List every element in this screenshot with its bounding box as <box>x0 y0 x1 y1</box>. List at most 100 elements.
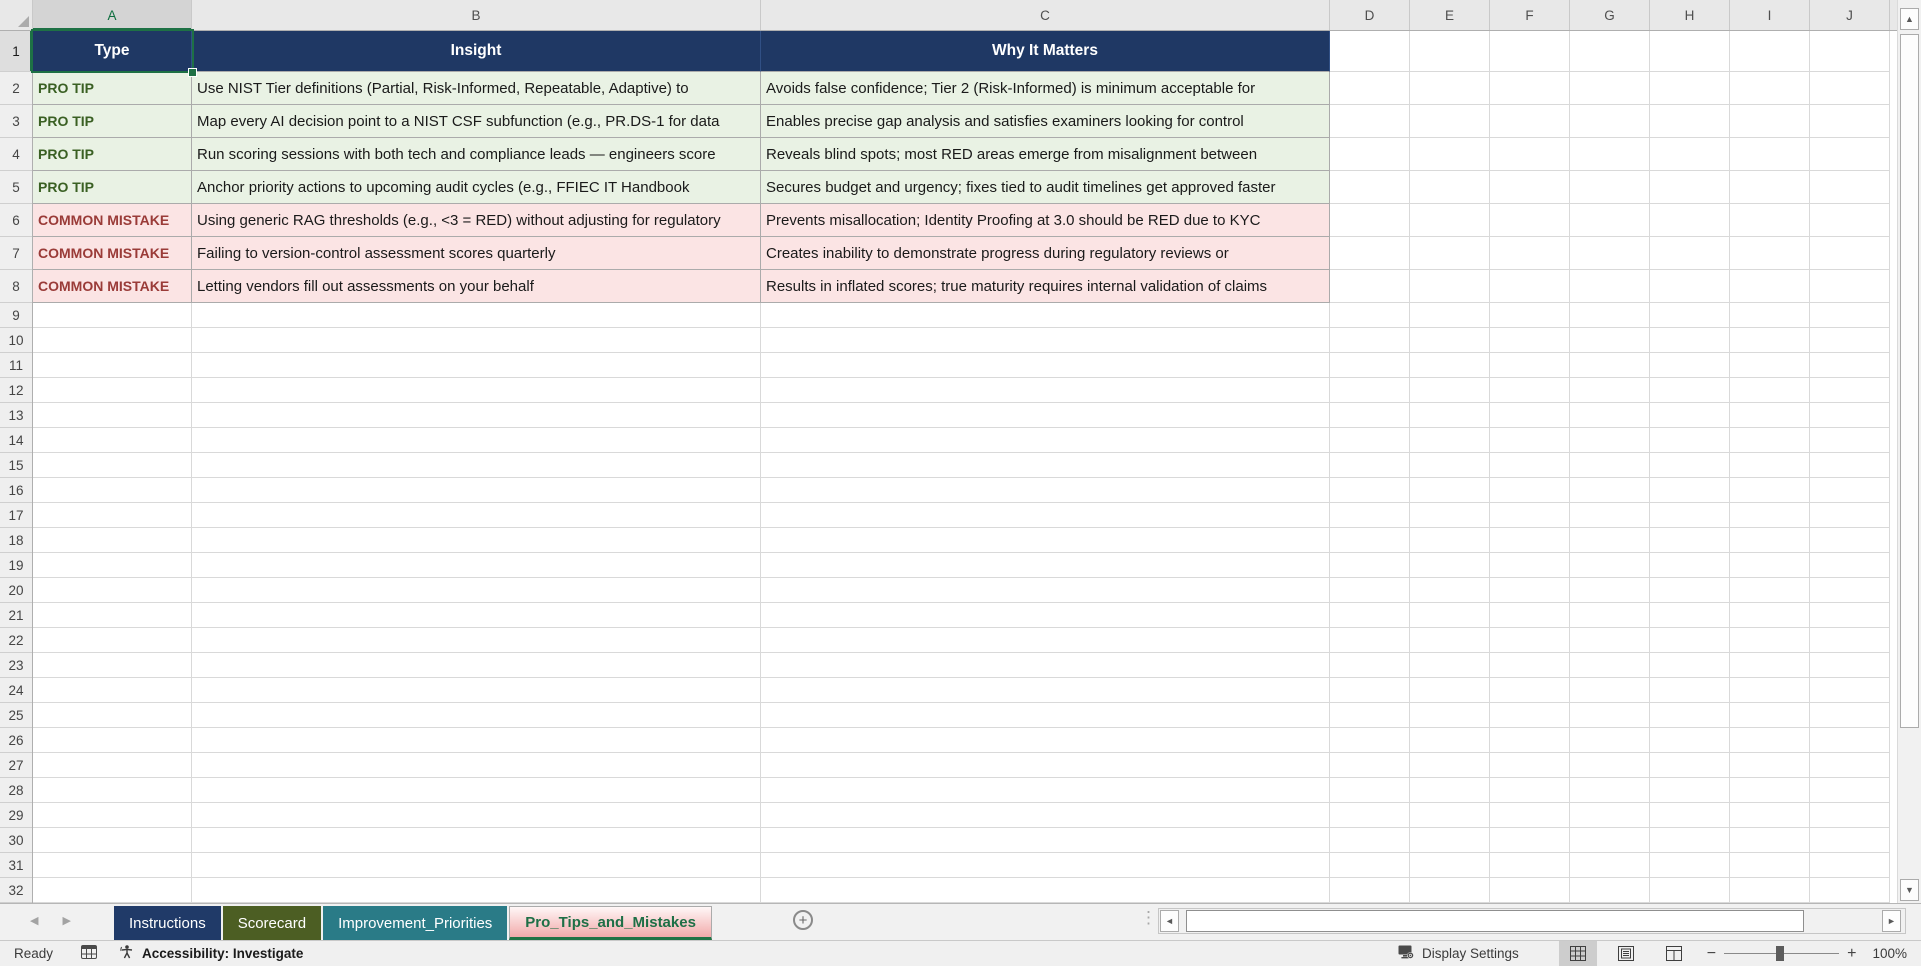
cell-D31[interactable] <box>1330 853 1410 878</box>
cell-C26[interactable] <box>761 728 1330 753</box>
cell-J18[interactable] <box>1810 528 1890 553</box>
row-header-2[interactable]: 2 <box>0 72 32 105</box>
cell-D10[interactable] <box>1330 328 1410 353</box>
cell-D14[interactable] <box>1330 428 1410 453</box>
row-header-26[interactable]: 26 <box>0 728 32 753</box>
cell-D2[interactable] <box>1330 72 1410 105</box>
row-header-14[interactable]: 14 <box>0 428 32 453</box>
row-header-4[interactable]: 4 <box>0 138 32 171</box>
cell-E3[interactable] <box>1410 105 1490 138</box>
row-header-21[interactable]: 21 <box>0 603 32 628</box>
cell-D5[interactable] <box>1330 171 1410 204</box>
row-header-31[interactable]: 31 <box>0 853 32 878</box>
cell-D21[interactable] <box>1330 603 1410 628</box>
vertical-scroll-thumb[interactable] <box>1900 34 1919 728</box>
cell-G16[interactable] <box>1570 478 1650 503</box>
cell-A32[interactable] <box>33 878 192 903</box>
row-header-10[interactable]: 10 <box>0 328 32 353</box>
cell-B28[interactable] <box>192 778 761 803</box>
cell-A16[interactable] <box>33 478 192 503</box>
cell-F32[interactable] <box>1490 878 1570 903</box>
cell-G31[interactable] <box>1570 853 1650 878</box>
cell-G27[interactable] <box>1570 753 1650 778</box>
cell-D27[interactable] <box>1330 753 1410 778</box>
cell-I7[interactable] <box>1730 237 1810 270</box>
cell-E13[interactable] <box>1410 403 1490 428</box>
cell-J25[interactable] <box>1810 703 1890 728</box>
cell-H27[interactable] <box>1650 753 1730 778</box>
row-header-6[interactable]: 6 <box>0 204 32 237</box>
cell-H14[interactable] <box>1650 428 1730 453</box>
cell-F15[interactable] <box>1490 453 1570 478</box>
cell-F26[interactable] <box>1490 728 1570 753</box>
cell-H22[interactable] <box>1650 628 1730 653</box>
cell-E10[interactable] <box>1410 328 1490 353</box>
row-header-9[interactable]: 9 <box>0 303 32 328</box>
cell-I11[interactable] <box>1730 353 1810 378</box>
cell-F22[interactable] <box>1490 628 1570 653</box>
cell-I31[interactable] <box>1730 853 1810 878</box>
scroll-left-button[interactable]: ◄ <box>1160 910 1179 932</box>
cell-J23[interactable] <box>1810 653 1890 678</box>
cell-F18[interactable] <box>1490 528 1570 553</box>
column-header-G[interactable]: G <box>1570 0 1650 30</box>
cell-D17[interactable] <box>1330 503 1410 528</box>
cell-J29[interactable] <box>1810 803 1890 828</box>
cell-I5[interactable] <box>1730 171 1810 204</box>
cell-I23[interactable] <box>1730 653 1810 678</box>
cell-E28[interactable] <box>1410 778 1490 803</box>
tab-nav-right-icon[interactable]: ▶ <box>62 915 94 927</box>
cell-D24[interactable] <box>1330 678 1410 703</box>
cell-H13[interactable] <box>1650 403 1730 428</box>
cell-J21[interactable] <box>1810 603 1890 628</box>
cell-I17[interactable] <box>1730 503 1810 528</box>
cell-J20[interactable] <box>1810 578 1890 603</box>
row-header-15[interactable]: 15 <box>0 453 32 478</box>
cell-D18[interactable] <box>1330 528 1410 553</box>
cell-F9[interactable] <box>1490 303 1570 328</box>
cell-C6[interactable]: Prevents misallocation; Identity Proofin… <box>761 204 1330 237</box>
cell-J4[interactable] <box>1810 138 1890 171</box>
accessibility-icon[interactable] <box>119 944 136 963</box>
cell-C29[interactable] <box>761 803 1330 828</box>
cell-A31[interactable] <box>33 853 192 878</box>
cell-B1[interactable]: Insight <box>192 31 761 72</box>
cell-C11[interactable] <box>761 353 1330 378</box>
vertical-scrollbar[interactable]: ▲ ▼ <box>1897 0 1921 903</box>
cell-G13[interactable] <box>1570 403 1650 428</box>
cell-F21[interactable] <box>1490 603 1570 628</box>
cell-B9[interactable] <box>192 303 761 328</box>
cell-D26[interactable] <box>1330 728 1410 753</box>
cell-E19[interactable] <box>1410 553 1490 578</box>
cell-H6[interactable] <box>1650 204 1730 237</box>
cell-B7[interactable]: Failing to version-control assessment sc… <box>192 237 761 270</box>
cell-C5[interactable]: Secures budget and urgency; fixes tied t… <box>761 171 1330 204</box>
cell-J16[interactable] <box>1810 478 1890 503</box>
cell-A9[interactable] <box>33 303 192 328</box>
cell-A5[interactable]: PRO TIP <box>33 171 192 204</box>
cell-F17[interactable] <box>1490 503 1570 528</box>
column-header-A[interactable]: A <box>33 0 192 30</box>
cell-F25[interactable] <box>1490 703 1570 728</box>
cell-B6[interactable]: Using generic RAG thresholds (e.g., <3 =… <box>192 204 761 237</box>
cell-C16[interactable] <box>761 478 1330 503</box>
row-header-18[interactable]: 18 <box>0 528 32 553</box>
scroll-down-button[interactable]: ▼ <box>1900 879 1919 901</box>
cell-B25[interactable] <box>192 703 761 728</box>
cell-F10[interactable] <box>1490 328 1570 353</box>
cell-A2[interactable]: PRO TIP <box>33 72 192 105</box>
cell-C20[interactable] <box>761 578 1330 603</box>
cell-B10[interactable] <box>192 328 761 353</box>
row-header-27[interactable]: 27 <box>0 753 32 778</box>
cell-F23[interactable] <box>1490 653 1570 678</box>
cell-D6[interactable] <box>1330 204 1410 237</box>
cell-D3[interactable] <box>1330 105 1410 138</box>
cell-B5[interactable]: Anchor priority actions to upcoming audi… <box>192 171 761 204</box>
cell-I24[interactable] <box>1730 678 1810 703</box>
cell-J8[interactable] <box>1810 270 1890 303</box>
row-header-32[interactable]: 32 <box>0 878 32 903</box>
cell-I14[interactable] <box>1730 428 1810 453</box>
cell-A15[interactable] <box>33 453 192 478</box>
accessibility-status[interactable]: Accessibility: Investigate <box>142 946 303 961</box>
select-all-button[interactable] <box>0 0 33 30</box>
